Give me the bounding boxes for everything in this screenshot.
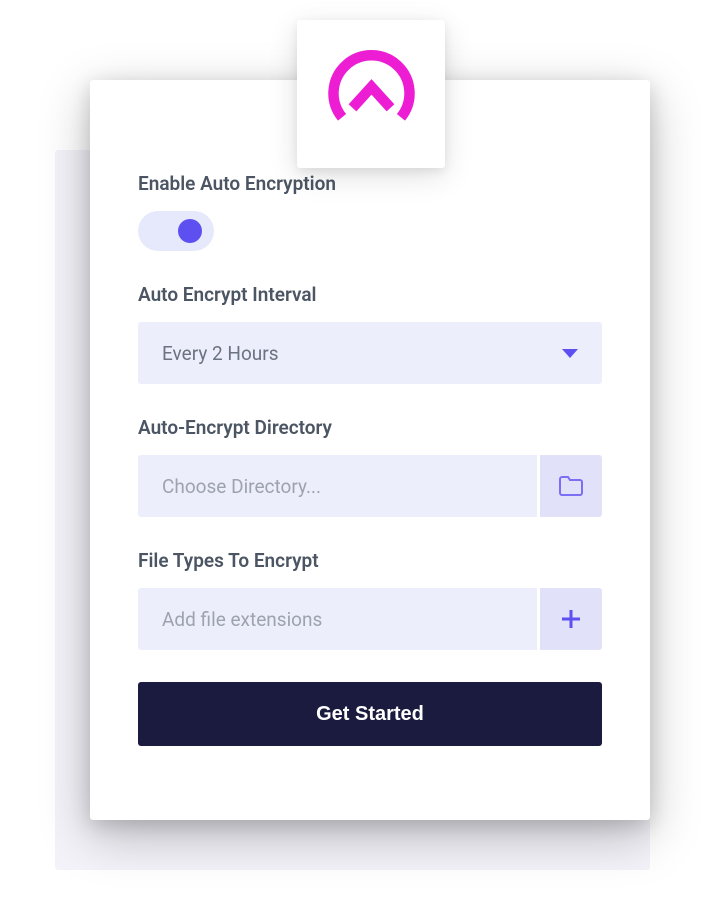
logo-icon: [324, 47, 419, 142]
file-types-placeholder: Add file extensions: [162, 608, 322, 631]
interval-group: Auto Encrypt Interval Every 2 Hours: [138, 283, 602, 384]
file-types-label: File Types To Encrypt: [138, 549, 602, 572]
directory-input[interactable]: Choose Directory...: [138, 455, 537, 517]
enable-encryption-group: Enable Auto Encryption: [138, 172, 602, 251]
get-started-button[interactable]: Get Started: [138, 682, 602, 746]
directory-row: Choose Directory...: [138, 455, 602, 517]
interval-label: Auto Encrypt Interval: [138, 283, 602, 306]
directory-placeholder: Choose Directory...: [162, 475, 321, 498]
interval-value: Every 2 Hours: [162, 342, 279, 365]
folder-icon: [558, 475, 584, 497]
directory-group: Auto-Encrypt Directory Choose Directory.…: [138, 416, 602, 517]
file-types-input[interactable]: Add file extensions: [138, 588, 537, 650]
add-file-type-button[interactable]: [540, 588, 602, 650]
file-types-row: Add file extensions: [138, 588, 602, 650]
interval-select[interactable]: Every 2 Hours: [138, 322, 602, 384]
file-types-group: File Types To Encrypt Add file extension…: [138, 549, 602, 650]
plus-icon: [559, 607, 583, 631]
logo-box: [297, 20, 445, 168]
chevron-down-icon: [562, 349, 578, 358]
enable-encryption-toggle[interactable]: [138, 211, 214, 251]
directory-label: Auto-Encrypt Directory: [138, 416, 602, 439]
choose-directory-button[interactable]: [540, 455, 602, 517]
get-started-label: Get Started: [316, 703, 424, 726]
toggle-knob: [178, 219, 202, 243]
enable-encryption-label: Enable Auto Encryption: [138, 172, 602, 195]
settings-card: Enable Auto Encryption Auto Encrypt Inte…: [90, 80, 650, 820]
